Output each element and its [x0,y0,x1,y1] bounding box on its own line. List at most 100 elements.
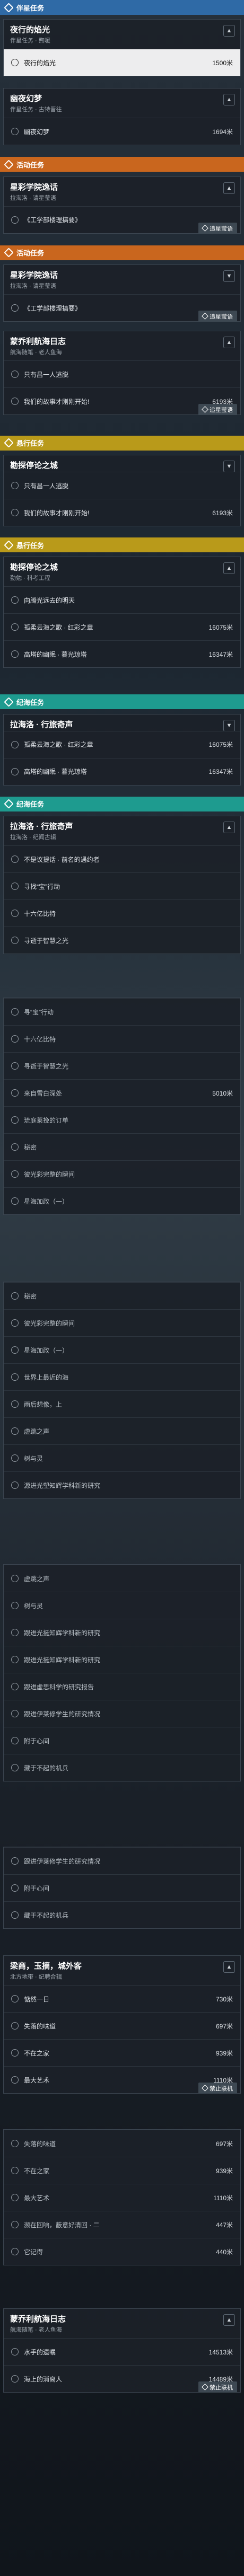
quest-panel[interactable]: 幽夜幻梦 伴星任务 · 古特晋往 ▲ 幽夜幻梦 1694米 [3,88,241,146]
category-header: 伴星任务 [0,0,244,15]
quest-panel[interactable]: 梁商，玉摘，城外客 北方地带 · 纪聘合辑 ▲ 禁止联机 惦然一日 730米 失落的味道 69… [3,1955,241,2094]
quest-step-row[interactable]: 寻逝于智慧之光 [4,1052,240,1079]
quest-step-row[interactable]: 孤柔云海之歌 · 红彩之章 16075米 [4,613,240,640]
quest-step-row[interactable]: 《工学部楼理搞要》 [4,206,240,233]
quest-step-row[interactable]: 幽夜幻梦 1694米 [4,118,240,145]
quest-subtitle: 拉海洛 · 纪闻古辑 [10,834,56,841]
quest-step-row[interactable]: 我们的故事才刚刚开始! 6193米 [4,499,240,526]
section-block: 伴星任务 [0,0,244,15]
quest-step-row[interactable]: 星海加政（一） [4,1187,240,1214]
quest-step-row[interactable]: 秘密 [4,1133,240,1160]
step-status-icon [11,1575,19,1582]
quest-panel[interactable]: 拉海洛 · 行旅奇声 ▼ 孤柔云海之歌 · 红彩之章 16075米 高塔的幽眠 · 暮光… [3,713,241,786]
expand-toggle[interactable]: ▲ [223,562,235,575]
quest-step-row[interactable]: 濒在回响，蔽意好清回 · 二 447米 [4,2211,240,2238]
quest-step-row[interactable]: 琉庭莱挽的订单 [4,1106,240,1133]
step-status-icon [11,1602,19,1609]
quest-panel[interactable]: 蒙乔利航海日志 航海随笔 · 老人鱼海 ▲ 追星莹语 只有昌一人逃脱 我们的故事才刚刚开始… [3,331,241,415]
quest-step-row[interactable]: 星海加政（一） [4,1336,240,1363]
quest-step-row[interactable]: 十六亿比特 [4,899,240,927]
expand-toggle[interactable]: ▲ [223,25,235,37]
expand-toggle[interactable]: ▲ [223,2314,235,2326]
distance-label: 1694米 [212,128,233,136]
category-label: 悬行任务 [16,541,45,550]
quest-step-row[interactable]: 附于心间 [4,1727,240,1754]
quest-step-row[interactable]: 彼光彩完整的瞬间 [4,1160,240,1187]
quest-step-row[interactable]: 孤柔云海之歌 · 红彩之章 16075米 [4,730,240,758]
quest-step-row[interactable]: 高塔的幽眠 · 暮光琼塔 16347米 [4,757,240,785]
quest-step-row[interactable]: 我们的故事才刚刚开始! 6193米 [4,387,240,414]
quest-step-row[interactable]: 藏于不起的机兵 [4,1901,240,1928]
quest-step-row[interactable]: 最大艺术 1110米 [4,2066,240,2093]
step-label: 向腾光远去的明天 [24,596,75,604]
quest-panel[interactable]: 夜行的焰光 伴星任务 · 煦暖 ▲ 夜行的焰光 1500米 [3,19,241,77]
quest-step-row[interactable]: 最大艺术 1110米 [4,2184,240,2211]
quest-step-row[interactable]: 跟进光挺知辉学科新的研究 [4,1646,240,1673]
step-label: 跟进光挺知辉学科新的研究 [24,1629,101,1637]
quest-step-row[interactable]: 惦然一日 730米 [4,1985,240,2012]
quest-step-row[interactable]: 跟进伊莱修学生的研究情况 [4,1847,240,1874]
expand-toggle[interactable]: ▲ [223,182,235,194]
quest-panel[interactable]: 勘探停论之城 勤勉 · 科考工程 ▲ 向腾光远去的明天 孤柔云海之歌 · 红彩之章 160… [3,557,241,668]
quest-step-row[interactable]: 跟进光挺知辉学科新的研究 [4,1619,240,1646]
quest-step-row[interactable]: 只有昌一人逃脱 [4,472,240,499]
quest-step-row[interactable]: 虚跳之声 [4,1565,240,1592]
expand-toggle[interactable]: ▲ [223,337,235,348]
section-block: 勘探停论之城 勤勉 · 科考工程 ▲ 向腾光远去的明天 孤柔云海之歌 · 红彩之章 160… [0,557,244,668]
expand-toggle[interactable]: ▲ [223,822,235,834]
quest-step-row[interactable]: 秘密 [4,1282,240,1309]
quest-panel[interactable]: 星彩学院逸话 拉海洛 · 请星莹语 ▼ 追星莹语 《工学部楼理搞要》 [3,264,241,322]
step-status-icon [11,2022,19,2030]
quest-step-row[interactable]: 附于心间 [4,1874,240,1901]
quest-step-row[interactable]: 源进光塑知辉学科新的研究 [4,1471,240,1498]
quest-step-row[interactable]: 树与灵 [4,1444,240,1471]
quest-panel[interactable]: 勘探停论之城 ▼ 只有昌一人逃脱 我们的故事才刚刚开始! 6193米 [3,455,241,526]
quest-title: 勘探停论之城 [10,563,58,572]
category-header: 悬行任务 [0,537,244,552]
step-label: 只有昌一人逃脱 [24,370,69,378]
step-label: 只有昌一人逃脱 [24,482,69,490]
quest-step-row[interactable]: 跟进伊莱修学生的研究情况 [4,1700,240,1727]
section-block: 幽夜幻梦 伴星任务 · 古特晋往 ▲ 幽夜幻梦 1694米 [0,88,244,146]
step-label: 雨后想像，上 [24,1400,63,1408]
section-block: 虚跳之声 树与灵 跟进光挺知辉学科新的研究 跟进光挺知辉学科新的研究 跟进虚思科学的研究… [0,1564,244,1781]
quest-step-row[interactable]: 高塔的幽眠 · 暮光琼塔 16347米 [4,640,240,667]
quest-step-row[interactable]: 它记得 440米 [4,2238,240,2265]
quest-step-row[interactable]: 《工学部楼理搞要》 [4,294,240,321]
quest-step-row[interactable]: 跟进虚思科学的研究报告 [4,1673,240,1700]
quest-step-row[interactable]: 不是议提话 · 前名的遇约者 [4,845,240,872]
quest-step-row[interactable]: 彼光彩完整的瞬间 [4,1309,240,1336]
quest-panel[interactable]: 星彩学院逸话 拉海洛 · 请星莹语 ▲ 追星莹语 《工学部楼理搞要》 [3,176,241,234]
quest-step-row[interactable]: 树与灵 [4,1592,240,1619]
quest-step-row[interactable]: 寻找“宝”行动 [4,872,240,899]
step-label: 秘密 [24,1143,37,1151]
quest-step-row[interactable]: 藏于不起的机兵 [4,1754,240,1781]
expand-toggle[interactable]: ▼ [223,270,235,283]
quest-panel[interactable]: 蒙乔利航海日志 航海随笔 · 老人鱼海 ▲ 禁止联机 水手的遗嘱 14513米 海上的消离人… [3,2308,241,2393]
quest-step-row[interactable]: 不在之家 939米 [4,2157,240,2184]
quest-step-row[interactable]: 向腾光远去的明天 [4,586,240,613]
quest-step-row[interactable]: 寻逝于智慧之光 [4,927,240,954]
expand-toggle[interactable]: ▲ [223,1961,235,1973]
step-label: 不在之家 [24,2049,50,2057]
quest-step-row[interactable]: 夜行的焰光 1500米 [4,49,240,76]
quest-step-row[interactable]: 水手的遗嘱 14513米 [4,2338,240,2365]
expand-toggle[interactable]: ▲ [223,94,235,106]
quest-step-row[interactable]: 海上的消离人 14489米 [4,2365,240,2392]
expand-toggle[interactable]: ▼ [223,461,235,472]
step-status-icon [11,2375,19,2383]
quest-step-row[interactable]: 雨后想像，上 [4,1390,240,1417]
quest-panel[interactable]: 拉海洛 · 行旅奇声 拉海洛 · 纪闻古辑 ▲ 不是议提话 · 前名的遇约者 寻找“宝”… [3,816,241,955]
quest-step-row[interactable]: 十六亿比特 [4,1025,240,1052]
step-status-icon [11,128,19,136]
quest-step-row[interactable]: 不在之家 939米 [4,2039,240,2066]
quest-step-row[interactable]: 寻“宝”行动 [4,998,240,1025]
quest-step-row[interactable]: 虚跳之声 [4,1417,240,1444]
expand-toggle[interactable]: ▼ [223,719,235,731]
section-block: 纪海任务 [0,694,244,710]
quest-step-row[interactable]: 来自雪白深处 5010米 [4,1079,240,1106]
quest-step-row[interactable]: 只有昌一人逃脱 [4,360,240,387]
quest-step-row[interactable]: 世界上最近的海 [4,1363,240,1390]
quest-step-row[interactable]: 失落的味道 697米 [4,2130,240,2157]
quest-step-row[interactable]: 失落的味道 697米 [4,2012,240,2039]
